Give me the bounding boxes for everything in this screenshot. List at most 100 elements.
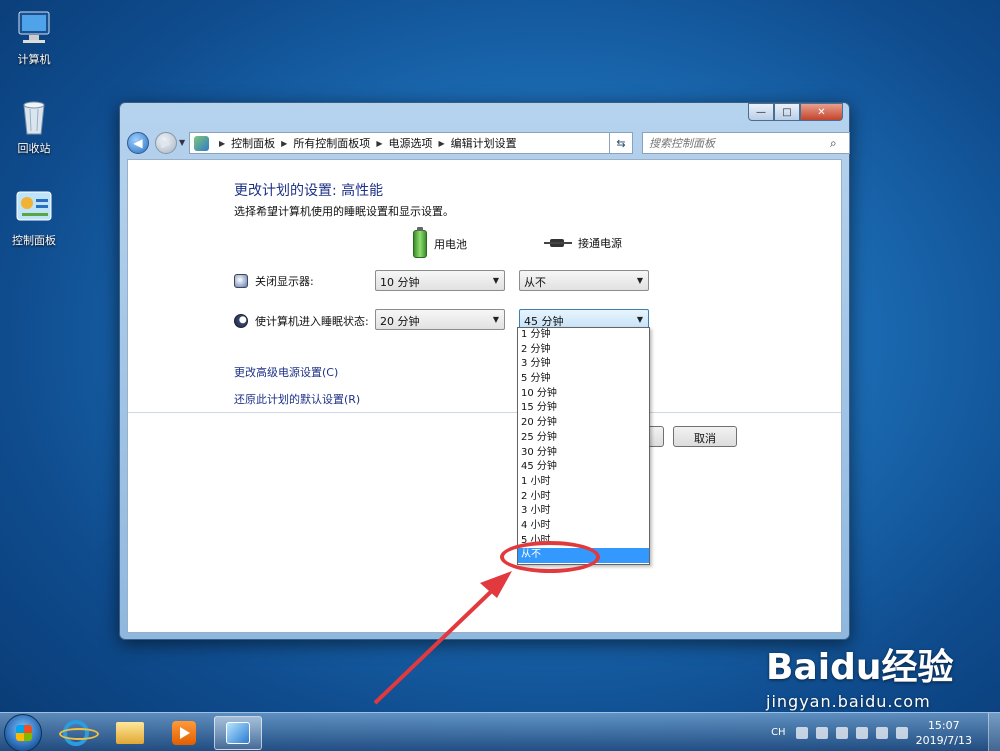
watermark-url: jingyan.baidu.com (766, 692, 931, 711)
restore-defaults-link[interactable]: 还原此计划的默认设置(R) (234, 391, 360, 407)
dropdown-option[interactable]: 15 分钟 (518, 401, 649, 416)
dropdown-option[interactable]: 1 小时 (518, 475, 649, 490)
dropdown-option[interactable]: 1 分钟 (518, 328, 649, 343)
desktop-icon-label: 计算机 (17, 53, 51, 66)
column-label: 用电池 (434, 238, 467, 251)
recent-pages-dropdown-icon[interactable]: ▼ (179, 138, 185, 147)
help-icon[interactable] (815, 726, 828, 739)
display-off-plugged-select[interactable]: 从不 ▼ (519, 270, 649, 291)
sleep-battery-select[interactable]: 20 分钟 ▼ (375, 309, 505, 330)
clock-date: 2019/7/13 (915, 733, 972, 747)
page-subtitle: 选择希望计算机使用的睡眠设置和显示设置。 (234, 205, 454, 218)
taskbar-file-explorer[interactable] (106, 716, 154, 750)
dropdown-option[interactable]: 20 分钟 (518, 416, 649, 431)
dropdown-option[interactable]: 2 小时 (518, 490, 649, 505)
sleep-moon-icon (234, 314, 248, 328)
forward-button[interactable]: ▶ (155, 132, 177, 154)
control-panel-icon (194, 135, 209, 151)
desktop-icon-recycle-bin[interactable]: 回收站 (2, 97, 66, 156)
display-off-battery-select[interactable]: 10 分钟 ▼ (375, 270, 505, 291)
column-header-battery: 用电池 (413, 227, 467, 258)
back-arrow-icon: ◀ (133, 136, 143, 150)
dropdown-option[interactable]: 3 分钟 (518, 357, 649, 372)
advanced-power-settings-link[interactable]: 更改高级电源设置(C) (234, 364, 338, 380)
refresh-button[interactable]: ⇆ (609, 132, 633, 154)
search-input[interactable] (642, 132, 850, 154)
content-pane: 更改计划的设置: 高性能 选择希望计算机使用的睡眠设置和显示设置。 用电池 接通… (127, 159, 842, 633)
address-bar[interactable]: ▶ 控制面板 ▶ 所有控制面板项 ▶ 电源选项 ▶ 编辑计划设置 ▼ (189, 132, 630, 154)
dropdown-option[interactable]: 5 分钟 (518, 372, 649, 387)
dropdown-option[interactable]: 10 分钟 (518, 387, 649, 402)
clock-time: 15:07 (927, 718, 960, 732)
taskbar-control-panel[interactable] (214, 716, 262, 750)
desktop-icon-computer[interactable]: 计算机 (2, 8, 66, 67)
maximize-button[interactable]: □ (774, 103, 800, 121)
folder-icon (116, 722, 144, 744)
chevron-right-icon[interactable]: ▶ (281, 139, 287, 148)
show-desktop-button[interactable] (988, 713, 1000, 751)
row-label-text: 使计算机进入睡眠状态: (255, 315, 369, 328)
show-hidden-icons-icon[interactable] (835, 726, 848, 739)
desktop-icon-control-panel[interactable]: 控制面板 (2, 189, 66, 248)
refresh-icon: ⇆ (616, 136, 626, 150)
chevron-right-icon[interactable]: ▶ (376, 139, 382, 148)
display-off-label: 关闭显示器: (234, 273, 314, 289)
search-icon[interactable]: ⌕ (830, 136, 837, 151)
display-icon (234, 274, 248, 288)
annotation-circle (500, 541, 600, 573)
desktop-icon-label: 回收站 (17, 142, 51, 155)
row-label-text: 关闭显示器: (255, 275, 314, 288)
power-plug-icon (544, 237, 572, 249)
chevron-down-icon: ▼ (492, 276, 499, 285)
media-player-icon (172, 721, 196, 745)
select-value: 10 分钟 (380, 276, 420, 289)
computer-icon (14, 8, 54, 48)
recycle-bin-icon (14, 97, 54, 137)
select-value: 20 分钟 (380, 315, 420, 328)
breadcrumb-item[interactable]: 编辑计划设置 (451, 135, 517, 151)
breadcrumb-item[interactable]: 电源选项 (388, 135, 432, 151)
control-panel-window: — □ ✕ ◀ ▶ ▼ ▶ 控制面板 ▶ 所有控制面板项 ▶ 电源选项 ▶ 编辑… (119, 102, 850, 640)
taskbar-media-player[interactable] (160, 716, 208, 750)
divider (128, 412, 841, 413)
sleep-label: 使计算机进入睡眠状态: (234, 313, 369, 329)
column-header-plugged-in: 接通电源 (544, 235, 622, 251)
volume-icon[interactable] (895, 726, 908, 739)
dropdown-option[interactable]: 30 分钟 (518, 446, 649, 461)
sleep-plugged-dropdown-list: 1 分钟 2 分钟 3 分钟 5 分钟 10 分钟 15 分钟 20 分钟 25… (517, 327, 650, 565)
internet-explorer-icon (59, 720, 99, 746)
cancel-button[interactable]: 取消 (673, 426, 737, 447)
dropdown-option[interactable]: 45 分钟 (518, 460, 649, 475)
flag-icon[interactable] (855, 726, 868, 739)
forward-arrow-icon: ▶ (161, 136, 171, 150)
minimize-button[interactable]: — (748, 103, 774, 121)
watermark-logo: Baidu经验 (766, 647, 954, 688)
baidu-watermark: Baidu经验 jingyan.baidu.com (766, 638, 953, 711)
chevron-down-icon: ▼ (636, 276, 643, 285)
taskbar-internet-explorer[interactable] (52, 716, 100, 750)
breadcrumb-item[interactable]: 所有控制面板项 (293, 135, 370, 151)
taskbar: CH 15:07 2019/7/13 (0, 712, 1000, 751)
start-button[interactable] (4, 714, 42, 751)
battery-icon (413, 227, 427, 258)
control-panel-icon (14, 189, 54, 229)
chevron-down-icon: ▼ (636, 315, 643, 324)
page-title: 更改计划的设置: 高性能 (234, 183, 384, 199)
network-icon[interactable] (875, 726, 888, 739)
dropdown-option[interactable]: 25 分钟 (518, 431, 649, 446)
column-label: 接通电源 (578, 237, 622, 250)
dropdown-option[interactable]: 3 小时 (518, 504, 649, 519)
language-indicator[interactable]: CH (771, 727, 786, 738)
breadcrumb-item[interactable]: 控制面板 (231, 135, 275, 151)
back-button[interactable]: ◀ (127, 132, 149, 154)
close-button[interactable]: ✕ (800, 103, 843, 121)
dropdown-option[interactable]: 2 分钟 (518, 343, 649, 358)
clock[interactable]: 15:07 2019/7/13 (916, 718, 972, 748)
chevron-right-icon[interactable]: ▶ (438, 139, 444, 148)
system-tray: CH 15:07 2019/7/13 (771, 713, 1000, 751)
chevron-right-icon[interactable]: ▶ (219, 139, 225, 148)
dropdown-option[interactable]: 4 小时 (518, 519, 649, 534)
desktop-icon-label: 控制面板 (12, 234, 56, 247)
select-value: 从不 (524, 276, 546, 289)
keyboard-icon[interactable] (795, 726, 808, 739)
